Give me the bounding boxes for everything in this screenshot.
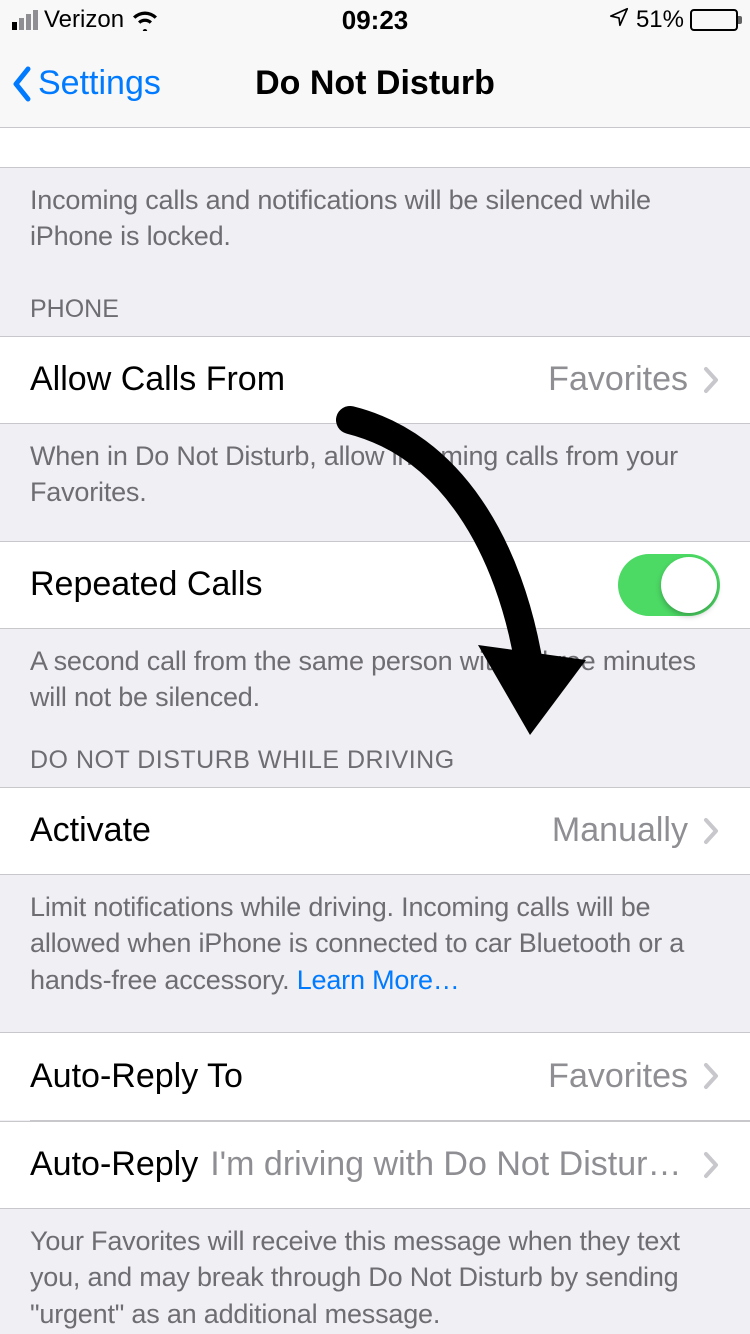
chevron-right-icon bbox=[702, 816, 720, 846]
driving-section-header: DO NOT DISTURB WHILE DRIVING bbox=[0, 728, 750, 787]
auto-reply-label: Auto-Reply bbox=[30, 1145, 198, 1184]
repeated-calls-toggle[interactable] bbox=[618, 554, 720, 616]
activate-cell[interactable]: Activate Manually bbox=[0, 787, 750, 875]
wifi-icon bbox=[130, 9, 160, 31]
status-bar: Verizon 09:23 51% bbox=[0, 0, 750, 40]
repeated-calls-cell: Repeated Calls bbox=[0, 541, 750, 629]
auto-reply-footer: Your Favorites will receive this message… bbox=[0, 1209, 750, 1334]
phone-section-header: PHONE bbox=[0, 267, 750, 336]
battery-icon bbox=[690, 9, 738, 31]
allow-calls-footer: When in Do Not Disturb, allow incoming c… bbox=[0, 424, 750, 523]
auto-reply-cell[interactable]: Auto-Reply I'm driving with Do Not Distu… bbox=[0, 1121, 750, 1209]
back-label: Settings bbox=[38, 64, 161, 103]
auto-reply-to-cell[interactable]: Auto-Reply To Favorites bbox=[0, 1032, 750, 1120]
silence-option-row-edge bbox=[0, 128, 750, 168]
learn-more-link[interactable]: Learn More… bbox=[297, 965, 460, 995]
allow-calls-from-cell[interactable]: Allow Calls From Favorites bbox=[0, 336, 750, 424]
status-left: Verizon bbox=[12, 6, 160, 34]
silence-option-footer: Incoming calls and notifications will be… bbox=[0, 168, 750, 267]
chevron-right-icon bbox=[702, 365, 720, 395]
content-scroll[interactable]: Incoming calls and notifications will be… bbox=[0, 128, 750, 1334]
activate-value: Manually bbox=[552, 811, 688, 850]
navigation-bar: Settings Do Not Disturb bbox=[0, 40, 750, 128]
signal-strength-icon bbox=[12, 10, 38, 30]
auto-reply-to-value: Favorites bbox=[548, 1057, 688, 1096]
allow-calls-from-label: Allow Calls From bbox=[30, 360, 285, 399]
chevron-right-icon bbox=[702, 1061, 720, 1091]
allow-calls-from-value: Favorites bbox=[548, 360, 688, 399]
status-right: 51% bbox=[608, 6, 738, 35]
repeated-calls-label: Repeated Calls bbox=[30, 565, 262, 604]
activate-label: Activate bbox=[30, 811, 151, 850]
repeated-calls-footer: A second call from the same person withi… bbox=[0, 629, 750, 728]
auto-reply-to-label: Auto-Reply To bbox=[30, 1057, 243, 1096]
carrier-label: Verizon bbox=[44, 6, 124, 34]
auto-reply-value: I'm driving with Do Not Disturb… bbox=[210, 1145, 688, 1184]
activate-footer: Limit notifications while driving. Incom… bbox=[0, 875, 750, 1010]
chevron-left-icon bbox=[10, 65, 34, 103]
location-arrow-icon bbox=[608, 6, 630, 35]
battery-percent-label: 51% bbox=[636, 6, 684, 34]
back-button[interactable]: Settings bbox=[10, 64, 161, 103]
chevron-right-icon bbox=[702, 1150, 720, 1180]
